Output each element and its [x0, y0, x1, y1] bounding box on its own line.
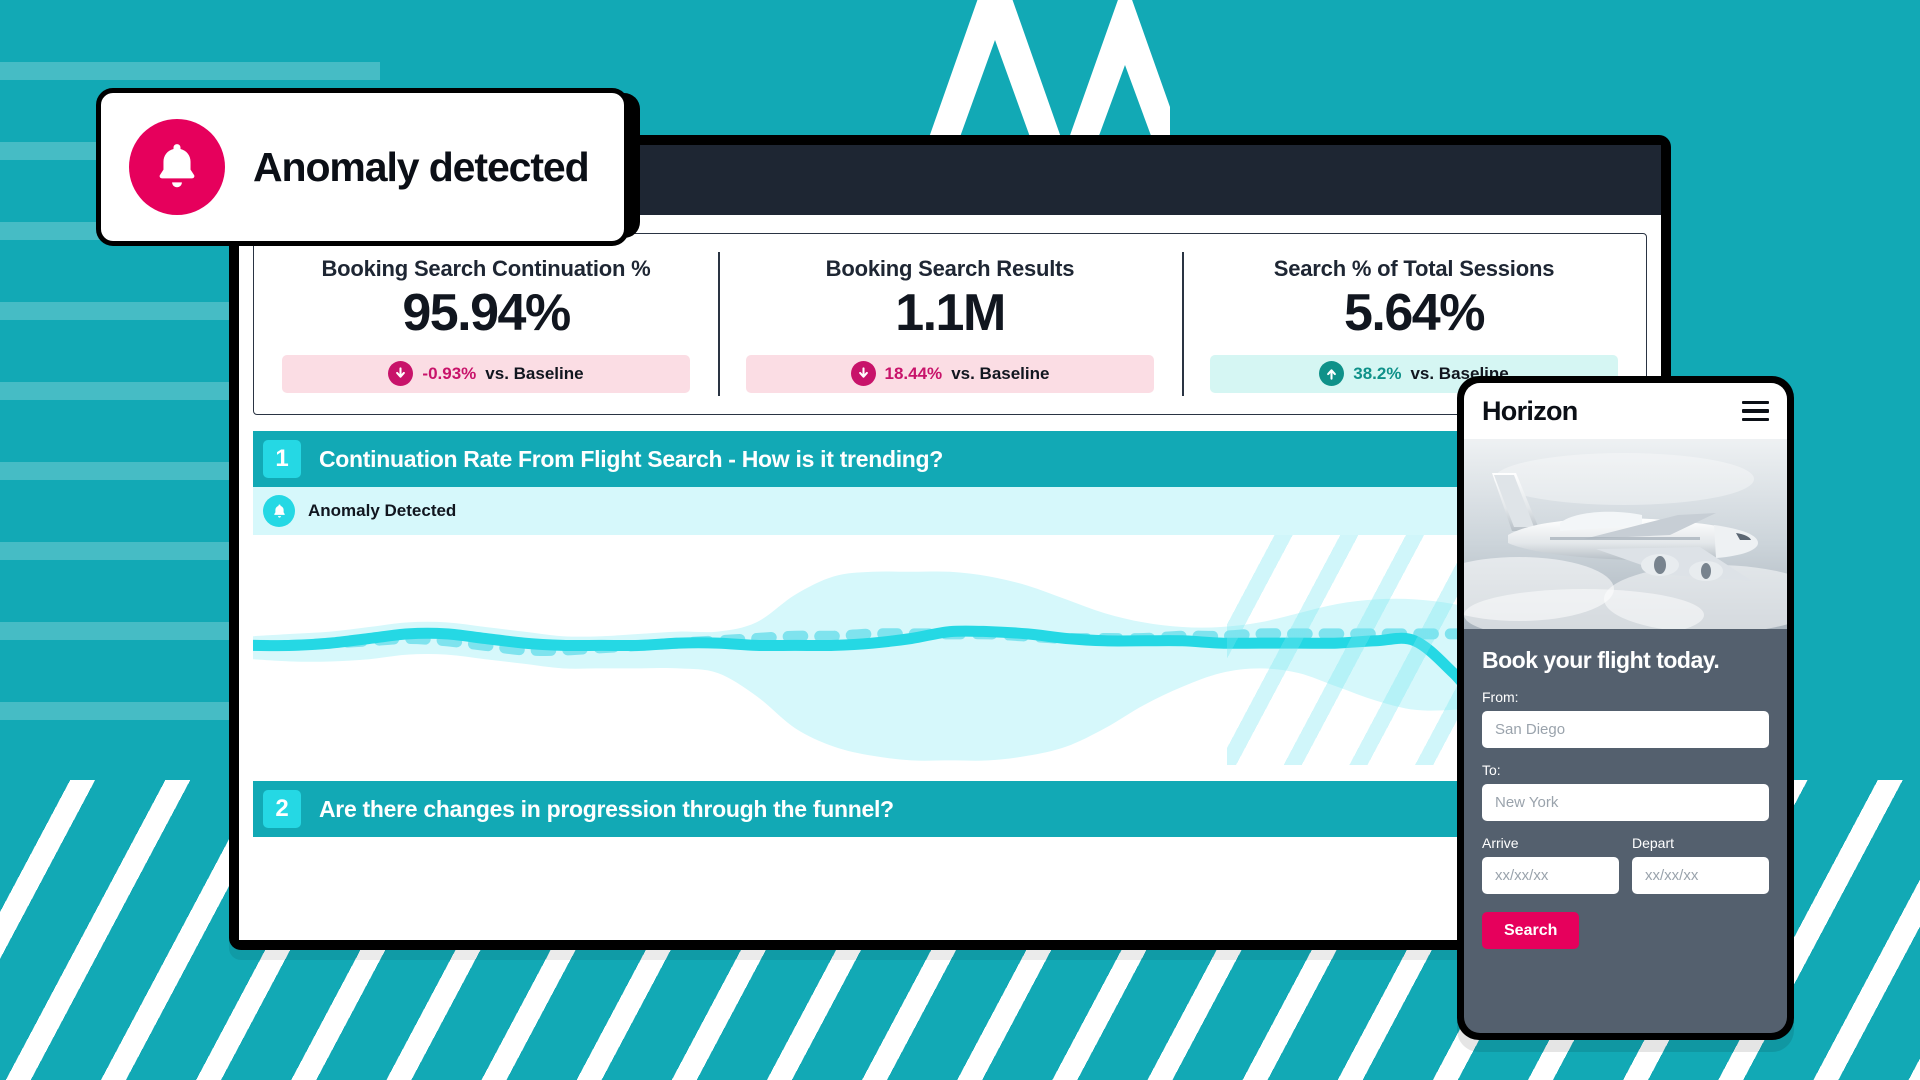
- search-button[interactable]: Search: [1482, 912, 1580, 949]
- arrive-field-label: Arrive: [1482, 835, 1519, 851]
- dashboard-window: Booking Search Continuation % 95.94% -0.…: [229, 135, 1671, 950]
- kpi-delta-badge: -0.93% vs. Baseline: [282, 354, 690, 393]
- kpi-delta-suffix: vs. Baseline: [951, 363, 1050, 383]
- section-header-1[interactable]: 1 Continuation Rate From Flight Search -…: [253, 431, 1647, 487]
- anomaly-detected-banner: Anomaly Detected: [253, 487, 1647, 535]
- to-field[interactable]: New York: [1482, 784, 1769, 821]
- kpi-card-booking-search-results[interactable]: Booking Search Results 1.1M 18.44% vs. B…: [718, 234, 1182, 414]
- kpi-title: Booking Search Continuation %: [321, 256, 651, 281]
- arrow-down-circle-icon: [850, 361, 876, 387]
- section-number-badge: 1: [263, 440, 301, 478]
- airplane-photo: [1464, 439, 1787, 629]
- kpi-card-booking-search-continuation[interactable]: Booking Search Continuation % 95.94% -0.…: [254, 234, 718, 414]
- mobile-phone-mockup: Horizon Book your flight today. From: Sa…: [1457, 376, 1794, 1040]
- kpi-delta-value: 18.44%: [884, 363, 943, 383]
- kpi-delta-badge: 18.44% vs. Baseline: [746, 354, 1154, 393]
- arrow-up-circle-icon: [1319, 361, 1345, 387]
- kpi-delta-suffix: vs. Baseline: [485, 363, 584, 383]
- bell-icon: [129, 119, 225, 215]
- kpi-delta-value: 38.2%: [1353, 363, 1402, 383]
- kpi-value: 95.94%: [402, 284, 571, 342]
- section-title: Are there changes in progression through…: [319, 795, 894, 822]
- kpi-title: Booking Search Results: [825, 256, 1075, 281]
- arrow-down-circle-icon: [388, 361, 414, 387]
- hamburger-menu-icon[interactable]: [1742, 400, 1769, 422]
- phone-screen: Horizon Book your flight today. From: Sa…: [1464, 383, 1787, 1033]
- flight-search-form: Book your flight today. From: San Diego …: [1464, 629, 1787, 949]
- section-title: Continuation Rate From Flight Search - H…: [319, 445, 944, 472]
- kpi-delta-value: -0.93%: [422, 363, 477, 383]
- arrive-field[interactable]: xx/xx/xx: [1482, 857, 1619, 894]
- section-number-badge: 2: [263, 790, 301, 828]
- kpi-value: 1.1M: [895, 284, 1006, 342]
- kpi-title: Search % of Total Sessions: [1273, 256, 1555, 281]
- anomaly-banner-label: Anomaly Detected: [308, 501, 457, 520]
- arrive-field-group: Arrive xx/xx/xx: [1482, 835, 1619, 908]
- kpi-value: 5.64%: [1344, 284, 1485, 342]
- airplane-illustration: [1464, 439, 1787, 629]
- anomaly-detected-toast[interactable]: Anomaly detected: [96, 88, 629, 246]
- chart-confidence-band: [253, 571, 1647, 761]
- depart-field-group: Depart xx/xx/xx: [1632, 835, 1769, 908]
- date-fields-row: Arrive xx/xx/xx Depart xx/xx/xx: [1482, 835, 1769, 908]
- depart-field-label: Depart: [1632, 835, 1675, 851]
- toast-title: Anomaly detected: [253, 143, 590, 190]
- bell-icon: [263, 495, 295, 527]
- kpi-strip: Booking Search Continuation % 95.94% -0.…: [253, 233, 1647, 415]
- dashboard-content: Booking Search Continuation % 95.94% -0.…: [239, 215, 1661, 940]
- phone-app-header: Horizon: [1464, 383, 1787, 439]
- from-field[interactable]: San Diego: [1482, 711, 1769, 748]
- from-field-label: From:: [1482, 689, 1519, 705]
- chart-svg: [253, 571, 1647, 761]
- app-brand-name: Horizon: [1482, 395, 1578, 426]
- section-header-2[interactable]: 2 Are there changes in progression throu…: [253, 781, 1647, 837]
- to-field-label: To:: [1482, 762, 1501, 778]
- depart-field[interactable]: xx/xx/xx: [1632, 857, 1769, 894]
- form-headline: Book your flight today.: [1482, 647, 1720, 673]
- continuation-rate-chart[interactable]: [253, 535, 1647, 765]
